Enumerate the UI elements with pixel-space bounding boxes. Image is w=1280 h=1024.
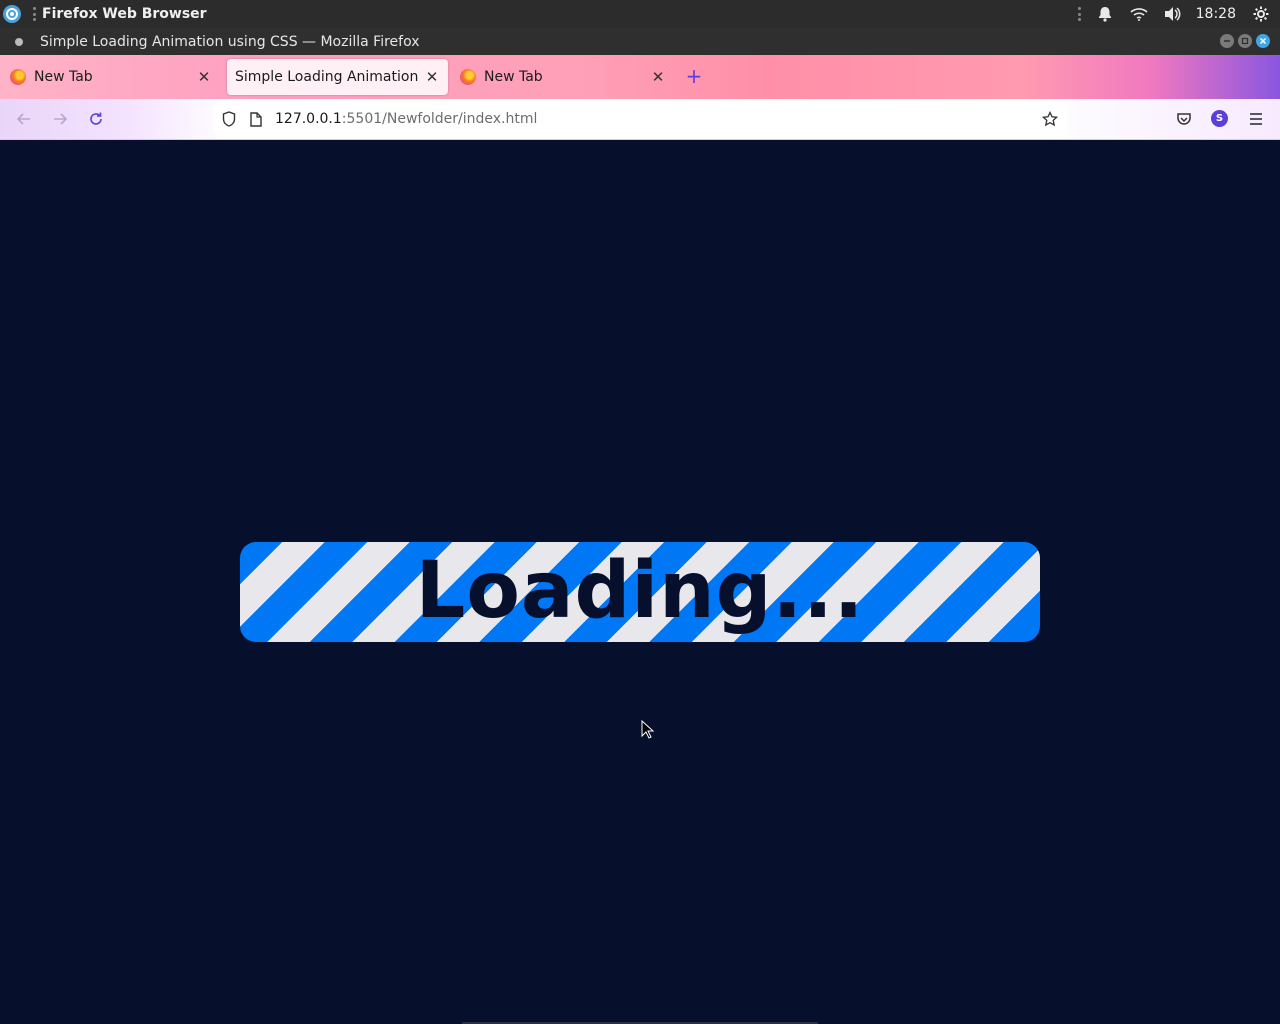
tab-new-tab-1[interactable]: New Tab ✕: [10, 59, 222, 95]
loading-text: Loading...: [415, 546, 865, 636]
url-host: 127.0.0.1: [275, 111, 342, 127]
tracking-protection-shield-icon[interactable]: [221, 111, 237, 127]
tab-new-tab-2[interactable]: New Tab ✕: [460, 59, 672, 95]
minimize-button[interactable]: [1220, 34, 1234, 48]
system-settings-icon[interactable]: [1250, 3, 1272, 25]
tab-strip: New Tab ✕ Simple Loading Animation us ✕ …: [0, 55, 1280, 99]
firefox-icon: [460, 69, 476, 85]
navigation-toolbar: 127.0.0.1:5501/Newfolder/index.html S: [0, 99, 1280, 140]
volume-icon[interactable]: [1162, 3, 1184, 25]
panel-handle-icon: [33, 7, 37, 21]
url-path: :5501/Newfolder/index.html: [341, 111, 538, 127]
close-window-button[interactable]: [1256, 34, 1270, 48]
hamburger-menu-icon[interactable]: [1246, 109, 1266, 129]
back-button[interactable]: [14, 109, 34, 129]
page-content: Loading...: [0, 140, 1280, 1024]
tab-simple-loading-animation[interactable]: Simple Loading Animation us ✕: [227, 59, 448, 95]
clock[interactable]: 18:28: [1196, 6, 1236, 22]
pocket-icon[interactable]: [1174, 109, 1194, 129]
maximize-button[interactable]: [1238, 34, 1252, 48]
new-tab-button[interactable]: +: [684, 66, 704, 87]
window-title: Simple Loading Animation using CSS — Moz…: [40, 33, 420, 50]
page-info-icon[interactable]: [248, 111, 264, 127]
bookmark-star-icon[interactable]: [1042, 111, 1058, 127]
tab-label: Simple Loading Animation us: [235, 69, 423, 85]
activities-icon[interactable]: [3, 5, 21, 23]
close-tab-icon[interactable]: ✕: [650, 69, 666, 85]
account-avatar[interactable]: S: [1211, 110, 1228, 127]
url-text[interactable]: 127.0.0.1:5501/Newfolder/index.html: [275, 111, 537, 127]
forward-button[interactable]: [50, 109, 70, 129]
url-bar[interactable]: 127.0.0.1:5501/Newfolder/index.html: [213, 103, 1067, 135]
firefox-icon: [10, 69, 26, 85]
tab-label: New Tab: [484, 69, 543, 85]
app-menu-name[interactable]: Firefox Web Browser: [42, 6, 207, 22]
panel-handle-icon: [1077, 7, 1082, 21]
wifi-icon[interactable]: [1128, 3, 1150, 25]
notification-bell-icon[interactable]: [1094, 3, 1116, 25]
loading-bar: Loading...: [240, 542, 1040, 642]
mouse-cursor-icon: [641, 719, 655, 740]
reload-button[interactable]: [86, 109, 106, 129]
system-top-panel: Firefox Web Browser 18:28: [0, 0, 1280, 28]
close-tab-icon[interactable]: ✕: [196, 69, 212, 85]
window-titlebar[interactable]: Simple Loading Animation using CSS — Moz…: [0, 28, 1280, 55]
tab-label: New Tab: [34, 69, 93, 85]
close-tab-icon[interactable]: ✕: [424, 69, 440, 85]
window-menu-icon[interactable]: [15, 37, 23, 46]
